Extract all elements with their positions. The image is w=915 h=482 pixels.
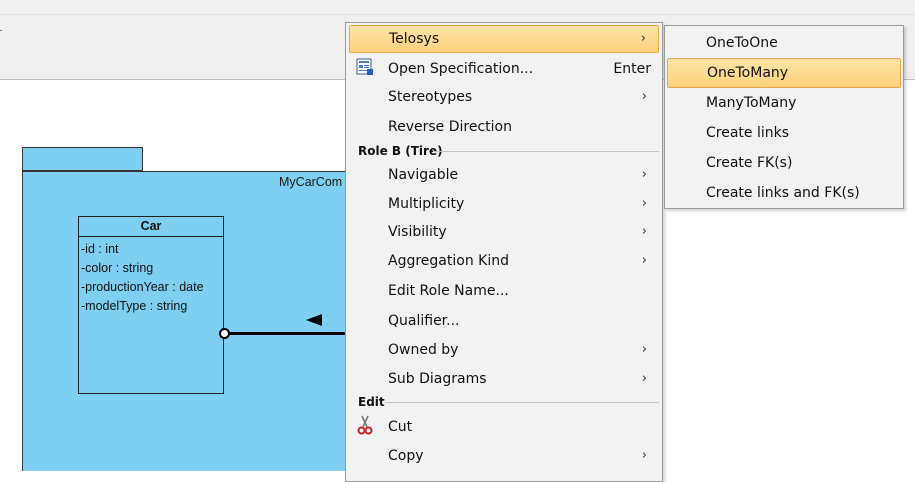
specification-icon [356,58,374,80]
section-header: Edit [358,395,385,409]
submenu-arrow-icon: › [641,196,647,212]
menu-item-aggregation-kind[interactable]: Aggregation Kind › [349,247,659,275]
package-tab[interactable] [22,147,143,171]
submenu-item-one-to-many[interactable]: OneToMany [667,58,901,88]
submenu-arrow-icon: › [641,253,647,269]
class-attribute: -id : int [81,242,119,256]
menu-item-visibility[interactable]: Visibility › [349,218,659,246]
menu-item-label: OneToMany [707,65,789,81]
menu-item-label: Reverse Direction [388,119,512,135]
submenu-item-create-links-and-fks[interactable]: Create links and FK(s) [667,178,901,208]
class-attribute: -modelType : string [81,299,188,313]
class-attribute: -color : string [81,261,154,275]
menu-item-label: Edit Role Name... [388,283,509,299]
menu-item-label: Aggregation Kind [388,253,509,269]
menu-section-role-b: Role B (Tire) [349,143,659,159]
menu-item-label: Telosys [389,31,440,47]
menu-item-label: OneToOne [706,35,778,51]
telosys-submenu: OneToOne OneToMany ManyToMany Create lin… [664,25,904,209]
submenu-arrow-icon: › [641,342,647,358]
class-name: Car [79,217,223,237]
menu-section-edit: Edit [349,394,659,410]
context-menu: Telosys › Open Specification... Enter St… [345,22,663,482]
menu-item-label: Create FK(s) [706,155,793,171]
association-direction-arrow-icon [306,314,322,326]
submenu-item-many-to-many[interactable]: ManyToMany [667,88,901,118]
menu-item-label: Sub Diagrams [388,371,487,387]
menu-item-multiplicity[interactable]: Multiplicity › [349,190,659,218]
menu-item-label: Open Specification... [388,61,534,77]
association-line[interactable] [228,332,348,335]
menu-item-reverse-direction[interactable]: Reverse Direction [349,113,659,141]
class-attribute: -productionYear : date [81,280,204,294]
association-end-circle [219,328,230,339]
submenu-item-create-links[interactable]: Create links [667,118,901,148]
menu-item-open-specification[interactable]: Open Specification... Enter [349,55,659,83]
submenu-arrow-icon: › [641,89,647,105]
menu-item-owned-by[interactable]: Owned by › [349,336,659,364]
submenu-item-create-fks[interactable]: Create FK(s) [667,148,901,178]
submenu-arrow-icon: › [641,224,647,240]
menu-item-label: Navigable [388,167,459,183]
menu-item-label: Multiplicity [388,196,465,212]
menu-item-navigable[interactable]: Navigable › [349,161,659,189]
car-class[interactable]: Car -id : int -color : string -productio… [78,216,224,394]
submenu-arrow-icon: › [641,371,647,387]
menu-item-stereotypes[interactable]: Stereotypes › [349,83,659,111]
menu-item-label: Owned by [388,342,459,358]
submenu-arrow-icon: › [641,448,647,464]
menu-item-label: Qualifier... [388,313,460,329]
section-divider [433,151,659,152]
section-header: Role B (Tire) [358,144,443,158]
menu-item-cut[interactable]: Cut [349,413,659,441]
class-attributes: -id : int -color : string -productionYea… [79,237,223,316]
package-name: MyCarCom [279,175,343,189]
menu-item-label: ManyToMany [706,95,797,111]
menu-item-shortcut: Enter [613,61,651,77]
window-top-bar [0,0,915,15]
menu-item-copy[interactable]: Copy › [349,442,659,470]
menu-item-label: Visibility [388,224,447,240]
menu-item-label: Create links and FK(s) [706,185,860,201]
scissors-icon [356,415,374,439]
section-divider [385,402,659,403]
submenu-arrow-icon: › [641,167,647,183]
menu-item-qualifier[interactable]: Qualifier... [349,307,659,335]
menu-item-label: Copy [388,448,424,464]
submenu-item-one-to-one[interactable]: OneToOne [667,28,901,58]
menu-item-edit-role-name[interactable]: Edit Role Name... [349,277,659,305]
menu-item-label: Stereotypes [388,89,473,105]
menu-item-label: Create links [706,125,790,141]
menu-item-label: Cut [388,419,413,435]
menu-item-telosys[interactable]: Telosys › [349,25,659,53]
menu-item-sub-diagrams[interactable]: Sub Diagrams › [349,365,659,393]
submenu-arrow-icon: › [640,31,646,47]
